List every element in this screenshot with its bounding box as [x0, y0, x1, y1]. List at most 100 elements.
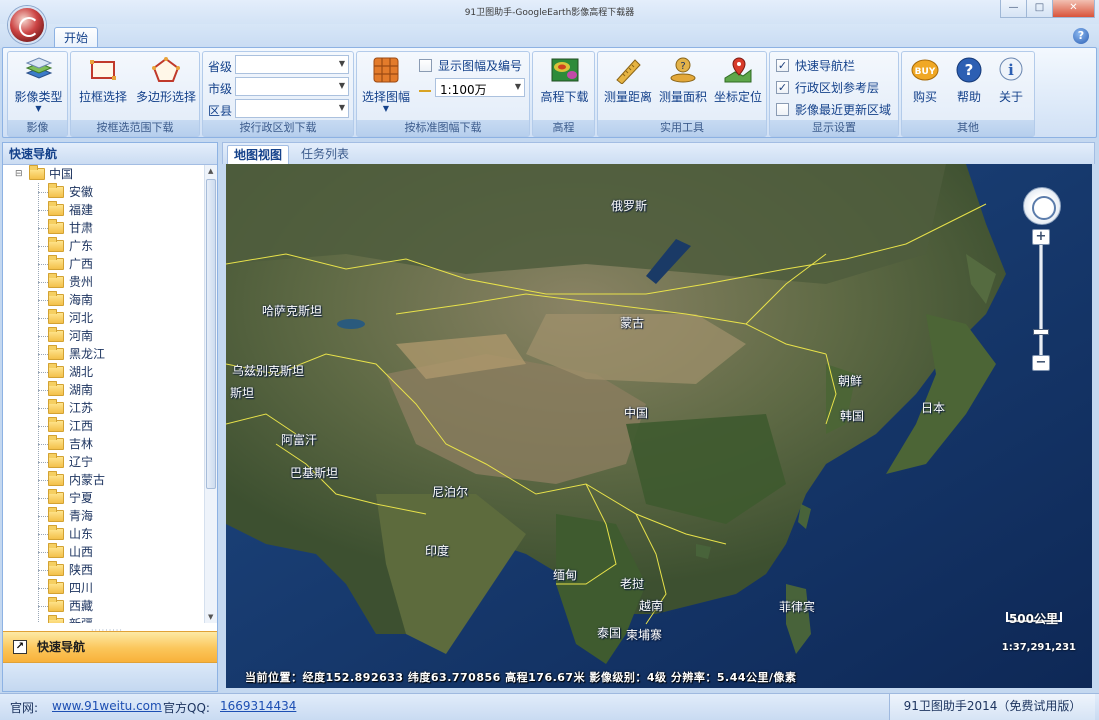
tree-item-label: 黑龙江 — [69, 347, 106, 361]
svg-text:?: ? — [680, 61, 685, 72]
about-button[interactable]: i 关于 — [990, 56, 1032, 118]
tree-connector — [38, 192, 48, 193]
scroll-down-icon[interactable]: ▼ — [208, 613, 213, 621]
rect-select-button[interactable]: 拉框选择 — [73, 56, 133, 118]
zoom-out-button[interactable]: − — [1032, 355, 1050, 371]
tree-item-province[interactable]: 青海 — [3, 507, 204, 525]
zoom-slider-thumb[interactable] — [1033, 329, 1049, 335]
tree-item-province[interactable]: 河北 — [3, 309, 204, 327]
rect-select-label: 拉框选择 — [78, 90, 127, 104]
tree-item-province[interactable]: 四川 — [3, 579, 204, 597]
collapse-icon[interactable]: ⊟ — [15, 165, 23, 183]
tree-item-province[interactable]: 湖南 — [3, 381, 204, 399]
zoom-in-button[interactable]: + — [1032, 229, 1050, 245]
city-select[interactable]: ▼ — [235, 77, 349, 96]
tree-item-province[interactable]: 山东 — [3, 525, 204, 543]
tree-item-province[interactable]: 黑龙江 — [3, 345, 204, 363]
elevation-download-button[interactable]: 高程下载 — [535, 56, 594, 118]
tree-scrollbar[interactable]: ▲ ▼ — [204, 165, 217, 623]
tree-item-province[interactable]: 安徽 — [3, 183, 204, 201]
elevation-download-label: 高程下载 — [540, 90, 589, 104]
select-sheet-button[interactable]: 选择图幅 ▼ — [359, 56, 413, 118]
zoom-slider-track[interactable] — [1039, 236, 1043, 366]
buy-button[interactable]: BUY 购买 — [904, 56, 946, 118]
quick-nav-button[interactable]: ↗ 快速导航 — [3, 631, 217, 663]
chevron-down-icon: ▼ — [514, 82, 521, 91]
tree-item-label: 贵州 — [69, 275, 94, 289]
app-menu-orb[interactable] — [8, 6, 46, 44]
tree-item-province[interactable]: 广东 — [3, 237, 204, 255]
qq-link[interactable]: 1669314434 — [220, 699, 296, 713]
tree-item-province[interactable]: 甘肃 — [3, 219, 204, 237]
tree-item-province[interactable]: 江西 — [3, 417, 204, 435]
county-select[interactable]: ▼ — [235, 99, 349, 118]
help-icon[interactable]: ? — [1073, 28, 1089, 44]
folder-icon — [48, 525, 64, 540]
tree-item-province[interactable]: 江苏 — [3, 399, 204, 417]
version-label: 91卫图助手2014（免费试用版） — [889, 694, 1095, 720]
tree-connector — [38, 228, 48, 229]
tab-map-view[interactable]: 地图视图 — [227, 145, 290, 165]
tree-item-province[interactable]: 贵州 — [3, 273, 204, 291]
tree-item-province[interactable]: 西藏 — [3, 597, 204, 615]
tree-item-province[interactable]: 湖北 — [3, 363, 204, 381]
recent-update-checkbox[interactable]: 影像最近更新区域 — [776, 101, 891, 118]
close-button[interactable]: ✕ — [1052, 0, 1095, 18]
map-label-russia: 俄罗斯 — [611, 199, 648, 213]
admin-layer-checkbox[interactable]: ✓ 行政区划参考层 — [776, 79, 879, 96]
tree-item-label: 陕西 — [69, 563, 94, 577]
tree-item-province[interactable]: 辽宁 — [3, 453, 204, 471]
quick-nav-checkbox[interactable]: ✓ 快速导航栏 — [776, 57, 855, 74]
tree-item-province[interactable]: 山西 — [3, 543, 204, 561]
map-label-stan-partial: 斯坦 — [230, 386, 255, 400]
imagery-type-button[interactable]: 影像类型 ▼ — [10, 56, 67, 118]
group-imagery: 影像类型 ▼ 影像 — [7, 51, 68, 137]
map-label-philippines: 菲律宾 — [779, 600, 816, 614]
buy-label: 购买 — [912, 90, 937, 104]
quick-nav-panel-title: 快速导航 — [3, 143, 217, 165]
tree-item-province[interactable]: 陕西 — [3, 561, 204, 579]
tree-item-province[interactable]: 海南 — [3, 291, 204, 309]
coordinate-locate-button[interactable]: 坐标定位 — [710, 56, 766, 118]
tree-item-province[interactable]: 广西 — [3, 255, 204, 273]
site-link[interactable]: www.91weitu.com — [52, 699, 162, 713]
tab-start[interactable]: 开始 — [54, 27, 98, 49]
measure-distance-button[interactable]: 测量距离 — [600, 56, 656, 118]
imagery-type-label: 影像类型 — [14, 90, 63, 104]
map-label-kazakhstan: 哈萨克斯坦 — [262, 304, 323, 318]
buy-tag-icon: BUY — [911, 59, 939, 81]
tree-item-label: 吉林 — [69, 437, 94, 451]
pan-control[interactable] — [1023, 187, 1061, 225]
group-sheet: 选择图幅 ▼ 显示图幅及编号 1:100万 ▼ 按标准图幅下载 — [356, 51, 530, 137]
measure-area-button[interactable]: ? 测量面积 — [656, 56, 710, 118]
tree-item-province[interactable]: 新疆 — [3, 615, 204, 623]
tree-item-label: 安徽 — [69, 185, 94, 199]
province-select[interactable]: ▼ — [235, 55, 349, 74]
ribbon-tab-row: 开始 ? — [0, 24, 1099, 49]
map-label-uzbekistan: 乌兹别克斯坦 — [232, 364, 305, 378]
tab-task-list[interactable]: 任务列表 — [295, 145, 355, 165]
sheet-scale-select[interactable]: 1:100万 ▼ — [435, 78, 525, 97]
tree-item-province[interactable]: 吉林 — [3, 435, 204, 453]
polygon-select-button[interactable]: 多边形选择 — [133, 56, 199, 118]
area-pin-icon: ? — [670, 57, 696, 83]
satellite-map[interactable]: 俄罗斯 哈萨克斯坦 蒙古 乌兹别克斯坦 斯坦 中国 朝鲜 韩国 日本 阿富汗 巴… — [226, 164, 1092, 688]
scrollbar-thumb[interactable] — [206, 179, 216, 489]
tree-item-province[interactable]: 福建 — [3, 201, 204, 219]
polygon-select-icon — [152, 57, 180, 82]
tree-item-label: 青海 — [69, 509, 94, 523]
scroll-up-icon[interactable]: ▲ — [208, 167, 213, 175]
tree-connector — [38, 498, 48, 499]
tree-connector — [38, 246, 48, 247]
province-label: 省级 — [208, 60, 233, 74]
tree-item-province[interactable]: 河南 — [3, 327, 204, 345]
maximize-button[interactable]: □ — [1026, 0, 1053, 18]
tree-item-province[interactable]: 宁夏 — [3, 489, 204, 507]
minimize-button[interactable]: — — [1000, 0, 1027, 18]
help-button[interactable]: ? 帮助 — [948, 56, 990, 118]
tree-connector — [38, 462, 48, 463]
tree-item-province[interactable]: 内蒙古 — [3, 471, 204, 489]
chevron-down-icon: ▼ — [338, 59, 345, 68]
show-sheet-checkbox[interactable]: 显示图幅及编号 — [419, 57, 522, 74]
tree-root[interactable]: ⊟ 中国 — [3, 165, 204, 183]
